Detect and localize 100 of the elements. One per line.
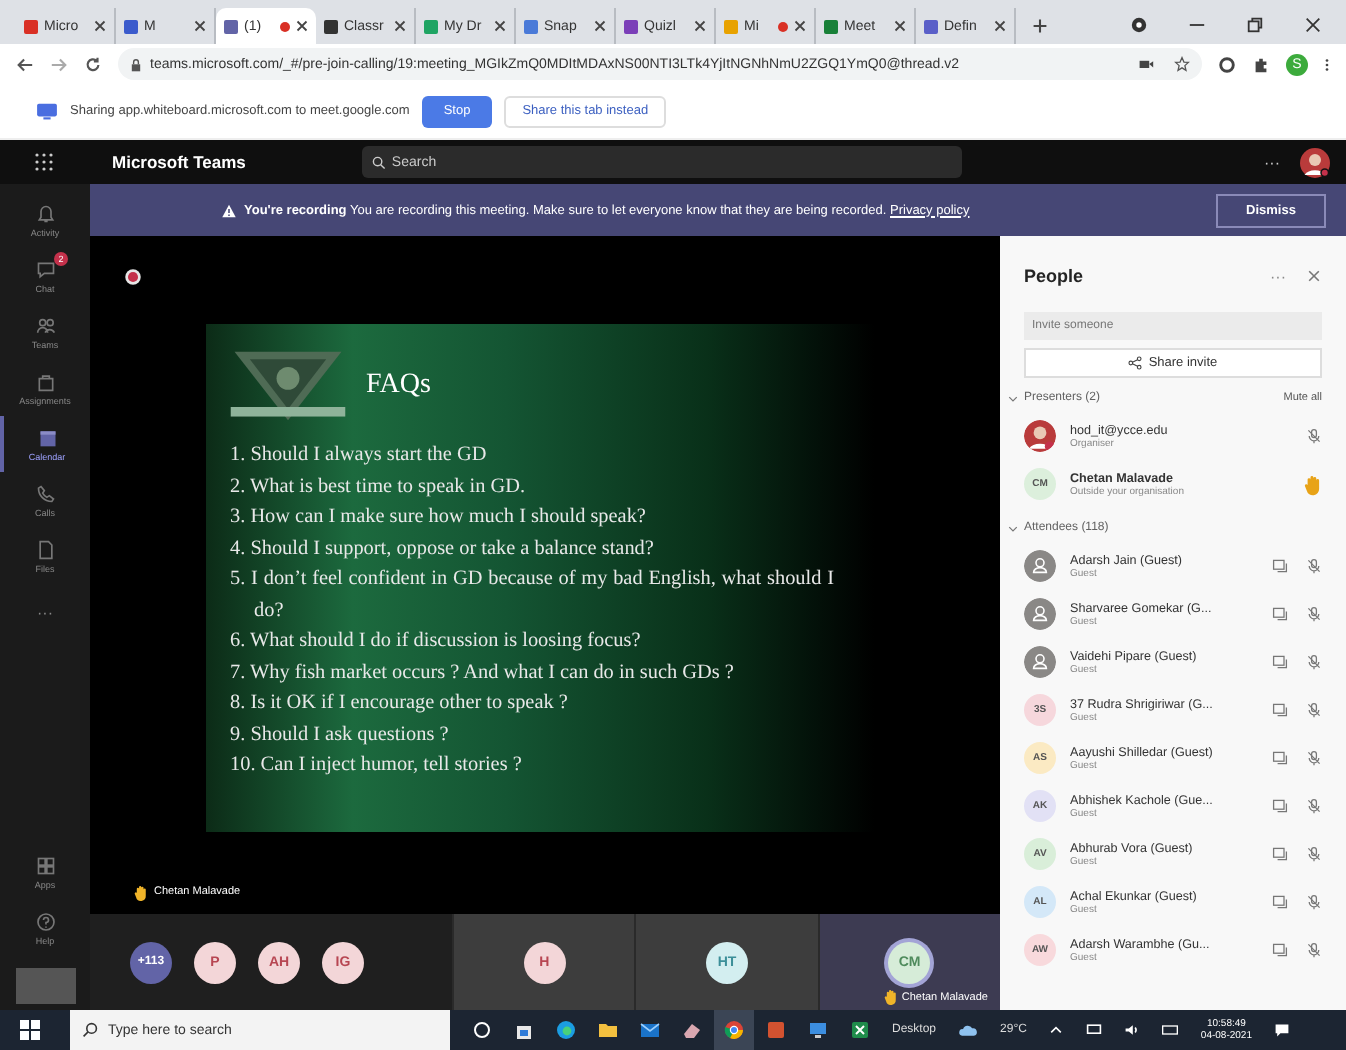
- caret-icon[interactable]: [1008, 523, 1018, 533]
- menu-icon[interactable]: [1324, 55, 1330, 73]
- monitor-icon[interactable]: [808, 1020, 828, 1040]
- close-icon[interactable]: [1304, 16, 1322, 34]
- chat-icon: [35, 259, 55, 279]
- guest-avatar: [1024, 550, 1056, 582]
- folder-icon[interactable]: [598, 1020, 618, 1040]
- muted-microphone-icon[interactable]: [1306, 654, 1322, 670]
- slide-list-item: 8. Is it OK if I encourage other to speak ?: [230, 690, 570, 718]
- search-icon: [371, 155, 386, 169]
- speaker-icon[interactable]: [1124, 1022, 1141, 1038]
- restore-icon[interactable]: [1246, 16, 1264, 34]
- spreadsheet-app-icon[interactable]: [850, 1020, 870, 1040]
- self-view-tile: [15, 968, 75, 1004]
- muted-microphone-icon[interactable]: [1306, 558, 1322, 574]
- back-icon[interactable]: [16, 55, 34, 73]
- windows-logo-icon[interactable]: [20, 1020, 40, 1040]
- slide-list-item: 3. How can I make sure how much I should speak?: [230, 504, 648, 532]
- chat-icon[interactable]: [1272, 846, 1288, 862]
- slide-list-item: 7. Why fish market occurs ? And what I can do in such GDs ?: [230, 659, 736, 687]
- calendar-icon: [37, 427, 57, 447]
- muted-microphone-icon[interactable]: [1306, 942, 1322, 958]
- eraser-icon[interactable]: [682, 1020, 702, 1040]
- close-icon[interactable]: [594, 20, 606, 32]
- reload-icon[interactable]: [84, 55, 102, 73]
- browser-icon[interactable]: [556, 1020, 576, 1040]
- favicon-icon: [724, 19, 738, 33]
- guest-avatar: [1024, 598, 1056, 630]
- favicon-icon: [424, 19, 438, 33]
- favicon-icon: [124, 19, 138, 33]
- caret-icon[interactable]: [1008, 393, 1018, 403]
- slide-list-item: 4. Should I support, oppose or take a balance stand?: [230, 535, 656, 563]
- close-icon[interactable]: [994, 20, 1006, 32]
- slide-list-item: 1. Should I always start the GD: [230, 442, 489, 470]
- camera-icon[interactable]: [1138, 56, 1154, 72]
- screen-share-icon: [36, 102, 58, 120]
- chat-icon[interactable]: [1272, 702, 1288, 718]
- people-icon: [35, 315, 55, 335]
- chat-icon[interactable]: [1272, 942, 1288, 958]
- slide-list-item: 9. Should I ask questions ?: [230, 721, 451, 749]
- muted-microphone-icon[interactable]: [1306, 846, 1322, 862]
- muted-microphone-icon[interactable]: [1306, 750, 1322, 766]
- chat-icon[interactable]: [1272, 750, 1288, 766]
- close-icon[interactable]: [494, 20, 506, 32]
- chat-icon[interactable]: [1272, 798, 1288, 814]
- slide-list-item: 10. Can I inject humor, tell stories ?: [230, 752, 524, 780]
- warning-icon: [222, 203, 236, 217]
- app-launcher-icon[interactable]: [34, 152, 54, 172]
- close-icon[interactable]: [794, 20, 806, 32]
- muted-microphone-icon[interactable]: [1306, 894, 1322, 910]
- puzzle-icon[interactable]: [1252, 55, 1270, 73]
- slide-list-item: 5. I don’t feel confident in GD because of my bad English, what should I do?: [230, 566, 834, 625]
- apps-icon: [35, 855, 55, 875]
- panel-title: People: [1024, 266, 1084, 286]
- file-icon: [35, 539, 55, 559]
- favicon-icon: [324, 19, 338, 33]
- favicon-icon: [624, 19, 638, 33]
- chat-icon[interactable]: [1272, 558, 1288, 574]
- close-icon[interactable]: [694, 20, 706, 32]
- slide-list-item: 2. What is best time to speak in GD.: [230, 473, 528, 501]
- close-icon[interactable]: [194, 20, 206, 32]
- mail-icon[interactable]: [640, 1020, 660, 1040]
- cloud-icon: [958, 1020, 979, 1040]
- chat-icon[interactable]: [1272, 894, 1288, 910]
- more-button[interactable]: ···: [1264, 153, 1280, 171]
- slide-list-item: 6. What should I do if discussion is loosing focus?: [230, 628, 643, 656]
- close-icon[interactable]: [296, 20, 308, 32]
- profile-avatar[interactable]: [1300, 147, 1330, 177]
- bell-icon: [35, 203, 55, 223]
- muted-microphone-icon[interactable]: [1306, 428, 1322, 444]
- shopping-bag-icon[interactable]: [514, 1020, 534, 1040]
- close-icon[interactable]: [394, 20, 406, 32]
- close-icon[interactable]: [1306, 268, 1322, 284]
- slides-app-icon[interactable]: [766, 1020, 786, 1040]
- chevron-up-icon[interactable]: [1048, 1022, 1065, 1038]
- slide-title: FAQs: [366, 370, 431, 402]
- muted-microphone-icon[interactable]: [1306, 798, 1322, 814]
- close-icon[interactable]: [894, 20, 906, 32]
- muted-microphone-icon[interactable]: [1306, 702, 1322, 718]
- app-name: Microsoft Teams: [112, 152, 246, 172]
- chrome-icon[interactable]: [724, 1020, 744, 1040]
- bag-icon: [35, 371, 55, 391]
- muted-microphone-icon[interactable]: [1306, 606, 1322, 622]
- profile-avatar: [1024, 420, 1056, 452]
- chat-icon[interactable]: [1272, 606, 1288, 622]
- favicon-icon: [824, 19, 838, 33]
- favicon-icon: [924, 19, 938, 33]
- help-icon: [35, 911, 55, 931]
- star-icon[interactable]: [1174, 56, 1190, 72]
- close-icon[interactable]: [94, 20, 106, 32]
- recording-indicator-icon: [124, 268, 142, 286]
- chat-icon[interactable]: [1272, 654, 1288, 670]
- record-icon[interactable]: [1130, 16, 1148, 34]
- new-tab-icon[interactable]: [1032, 18, 1048, 34]
- notifications-icon[interactable]: [1274, 1022, 1290, 1038]
- favicon-icon: [24, 19, 38, 33]
- task-view-icon[interactable]: [472, 1020, 492, 1040]
- search-icon: [82, 1022, 98, 1038]
- share-icon: [1128, 356, 1143, 370]
- rail-item[interactable]: ···: [0, 584, 90, 640]
